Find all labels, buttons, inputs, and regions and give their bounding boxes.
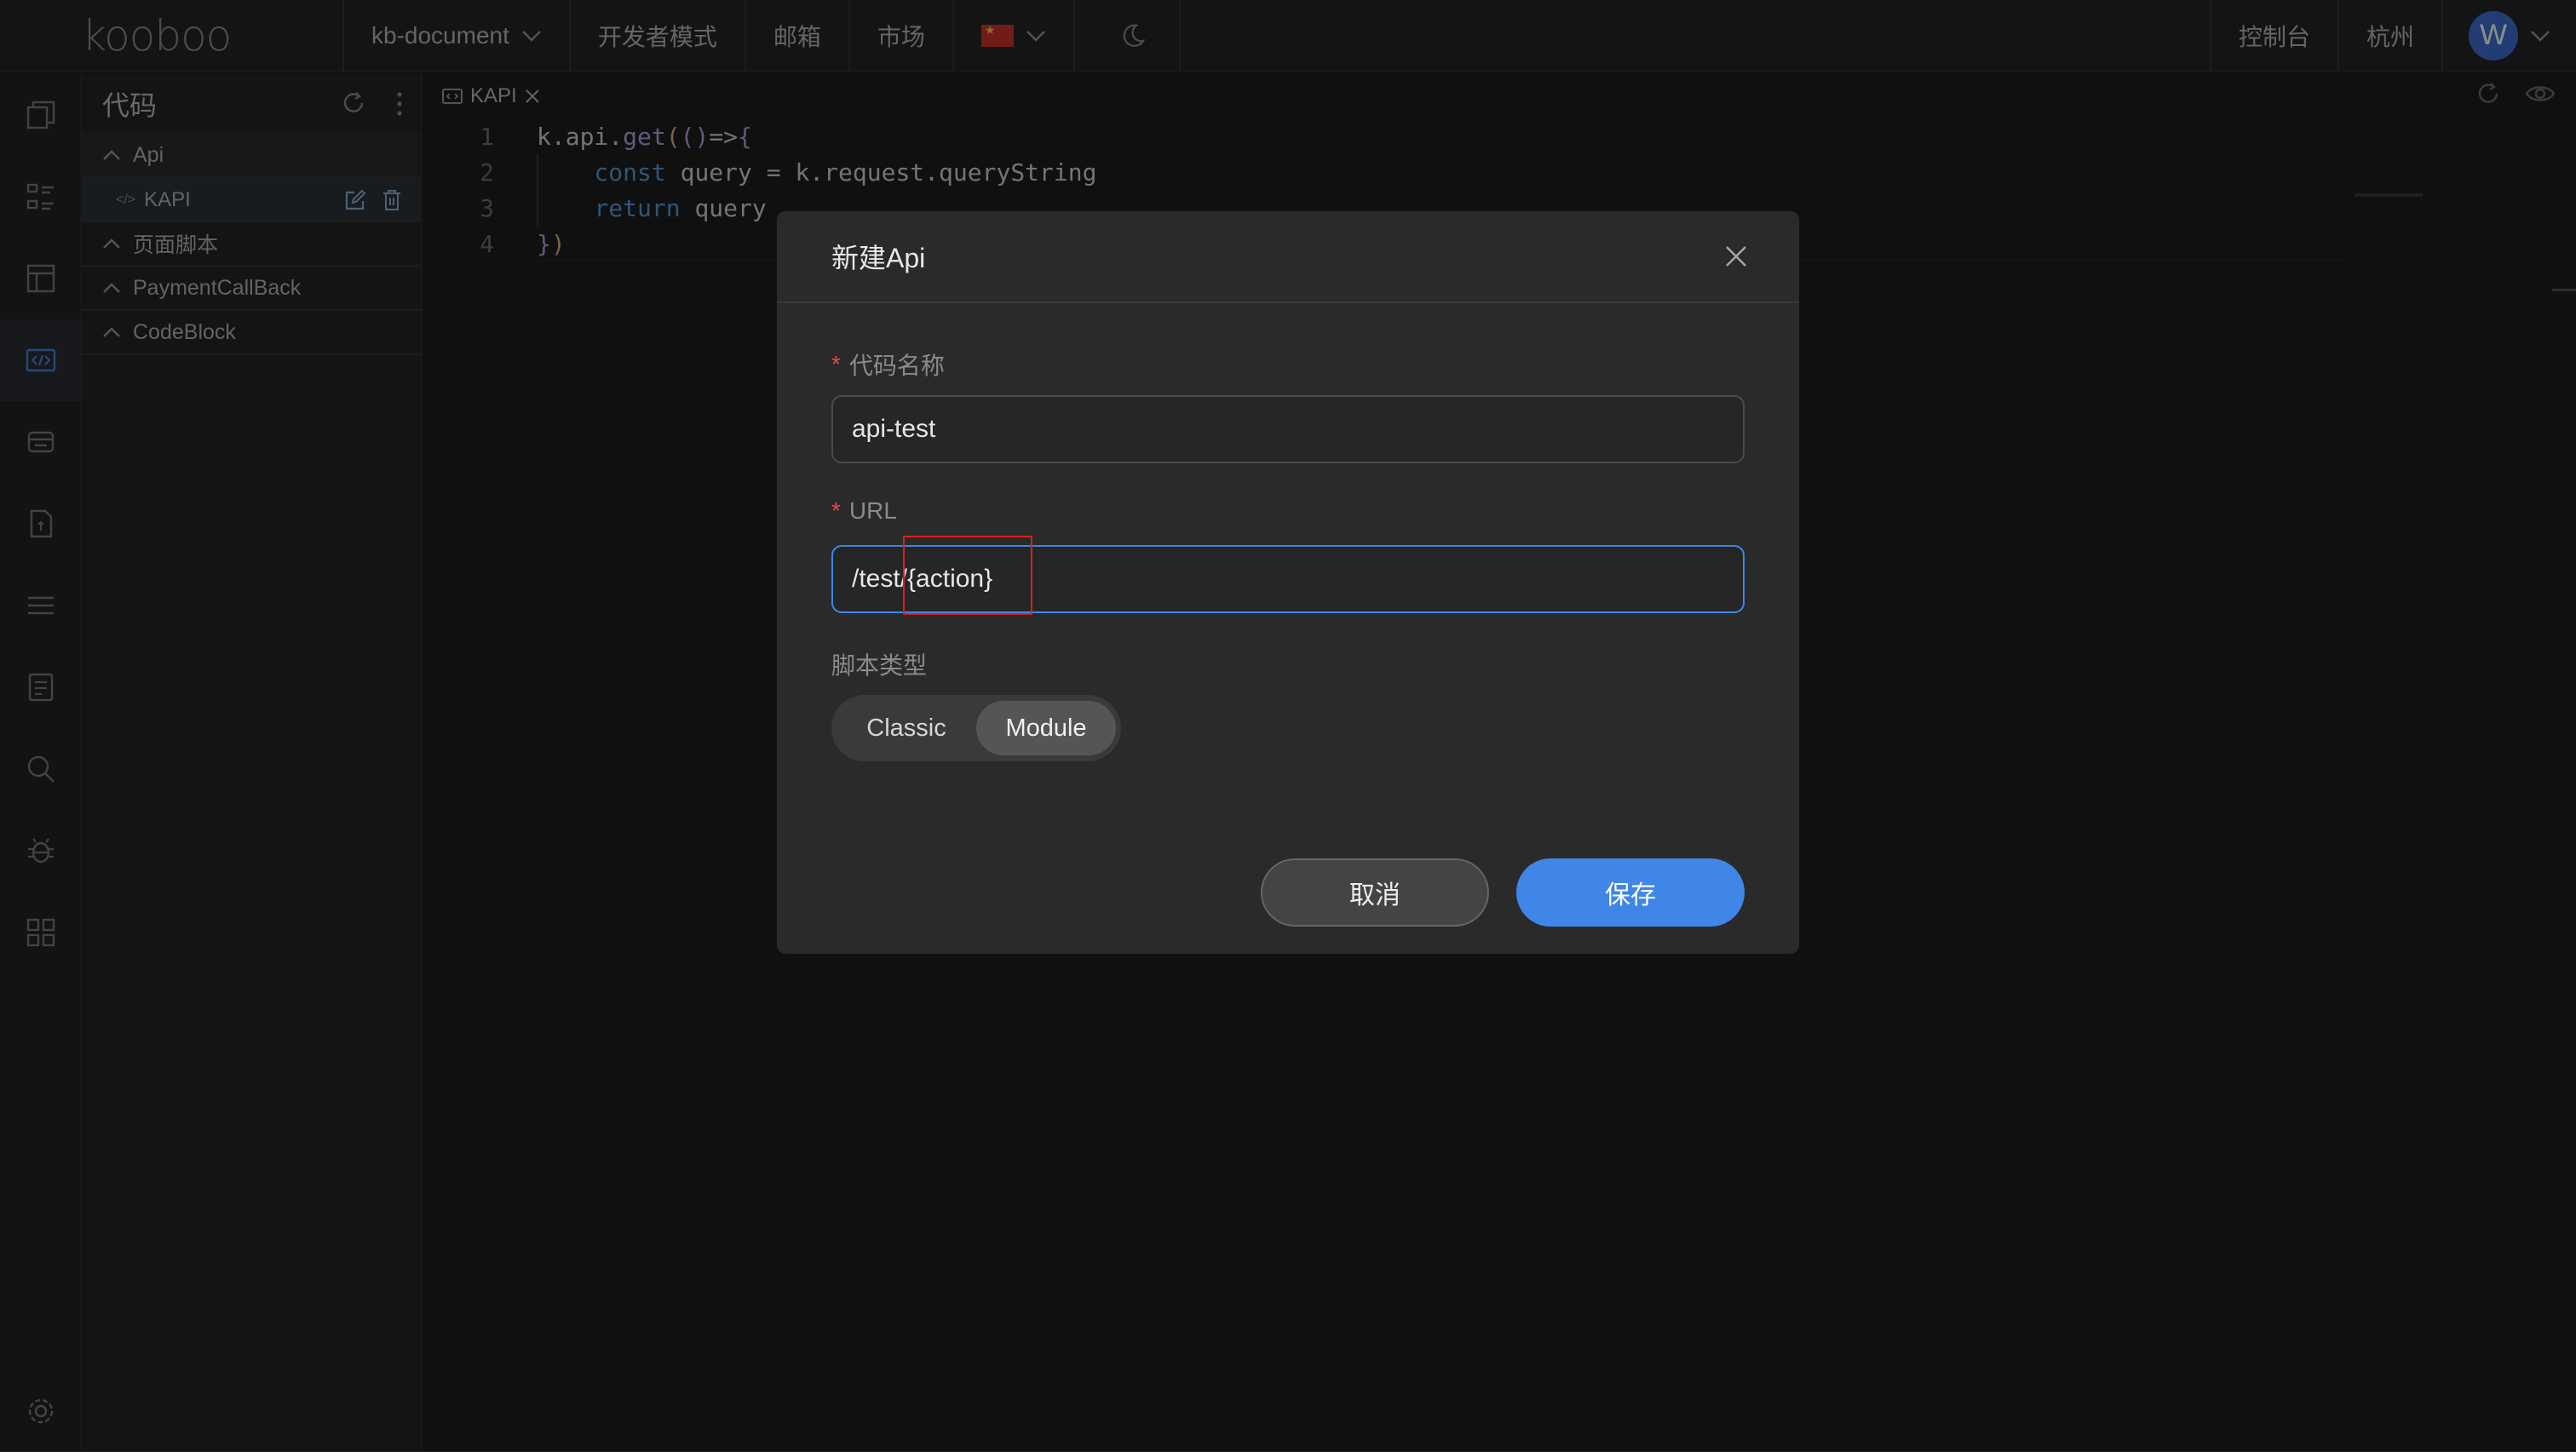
dialog-title: 新建Api [831,243,926,273]
url-input[interactable]: /test/{action} [831,545,1745,613]
script-type-toggle: Classic Module [831,695,1121,761]
required-marker: * [831,351,841,377]
script-type-label: 脚本类型 [831,652,928,679]
new-api-dialog: 新建Api * 代码名称 api-test * URL /test/{actio… [777,211,1799,954]
required-marker: * [831,497,841,524]
name-label: * 代码名称 [831,351,945,379]
close-icon[interactable] [1724,244,1748,268]
code-name-input[interactable]: api-test [831,395,1745,463]
url-label: * URL [831,497,897,524]
dialog-header: 新建Api [777,211,1799,303]
save-button[interactable]: 保存 [1516,858,1745,927]
script-type-module[interactable]: Module [976,701,1116,755]
cancel-button[interactable]: 取消 [1261,858,1489,927]
script-type-classic[interactable]: Classic [837,701,976,755]
